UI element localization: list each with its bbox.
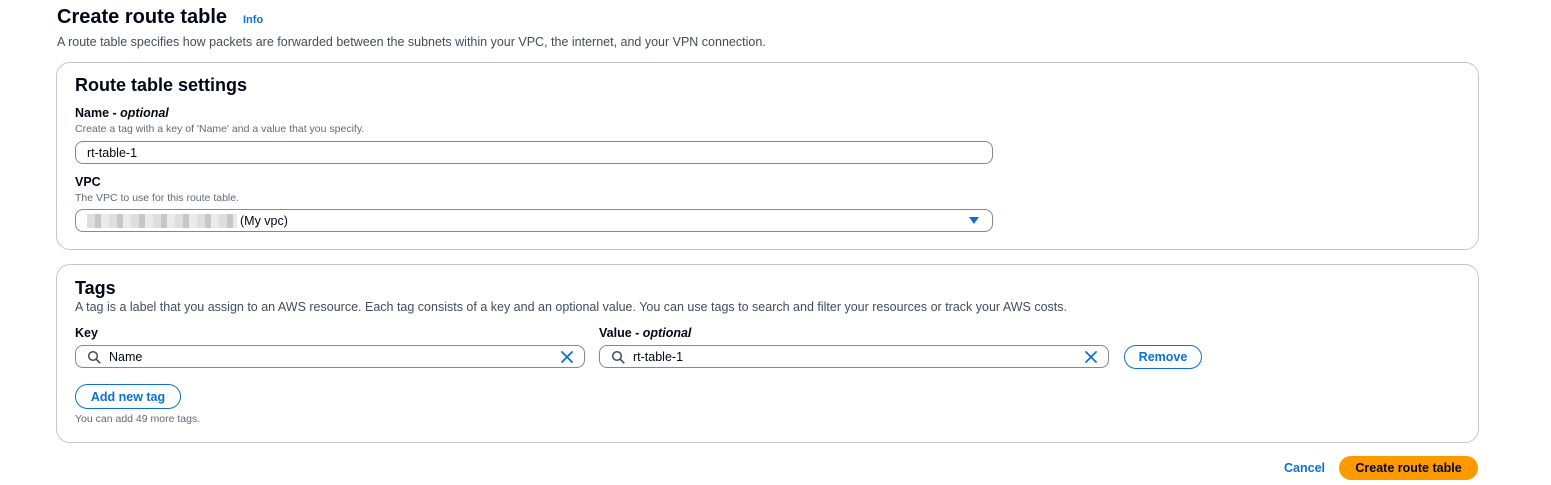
remove-tag-button[interactable]: Remove bbox=[1124, 345, 1202, 369]
clear-value-icon[interactable] bbox=[1085, 351, 1097, 363]
name-field-description: Create a tag with a key of 'Name' and a … bbox=[75, 123, 365, 135]
name-input[interactable]: rt-table-1 bbox=[75, 141, 993, 164]
tag-value-value: rt-table-1 bbox=[633, 349, 684, 364]
clear-key-icon[interactable] bbox=[561, 351, 573, 363]
name-optional-text: optional bbox=[120, 106, 169, 120]
cancel-button[interactable]: Cancel bbox=[1284, 461, 1325, 475]
caret-down-icon bbox=[969, 217, 979, 224]
page-title: Create route table bbox=[57, 6, 228, 28]
tag-value-input[interactable]: rt-table-1 bbox=[599, 345, 1109, 368]
value-column-label: Value - optional bbox=[599, 326, 691, 340]
page-description: A route table specifies how packets are … bbox=[57, 35, 766, 49]
tag-key-value: Name bbox=[109, 349, 143, 364]
settings-section-title: Route table settings bbox=[75, 75, 248, 95]
vpc-select-value: (My vpc) bbox=[240, 213, 288, 228]
tag-key-input[interactable]: Name bbox=[75, 345, 585, 368]
vpc-field-description: The VPC to use for this route table. bbox=[75, 192, 240, 204]
redacted-vpc-id bbox=[87, 213, 237, 228]
value-label-text: Value - bbox=[599, 326, 643, 340]
tags-section-title: Tags bbox=[75, 278, 116, 298]
key-column-label: Key bbox=[75, 326, 98, 340]
create-route-table-button[interactable]: Create route table bbox=[1339, 456, 1478, 480]
add-new-tag-button[interactable]: Add new tag bbox=[75, 384, 181, 409]
value-optional-text: optional bbox=[642, 326, 692, 340]
search-icon bbox=[611, 350, 625, 364]
name-input-value: rt-table-1 bbox=[87, 145, 138, 160]
tags-description: A tag is a label that you assign to an A… bbox=[75, 300, 1067, 314]
name-label-text: Name - bbox=[75, 106, 121, 120]
tags-remaining-text: You can add 49 more tags. bbox=[75, 413, 201, 425]
vpc-field-label: VPC bbox=[75, 175, 101, 189]
info-link[interactable]: Info bbox=[243, 14, 263, 26]
vpc-select[interactable]: (My vpc) bbox=[75, 209, 993, 232]
search-icon bbox=[87, 350, 101, 364]
name-field-label: Name - optional bbox=[75, 106, 169, 120]
